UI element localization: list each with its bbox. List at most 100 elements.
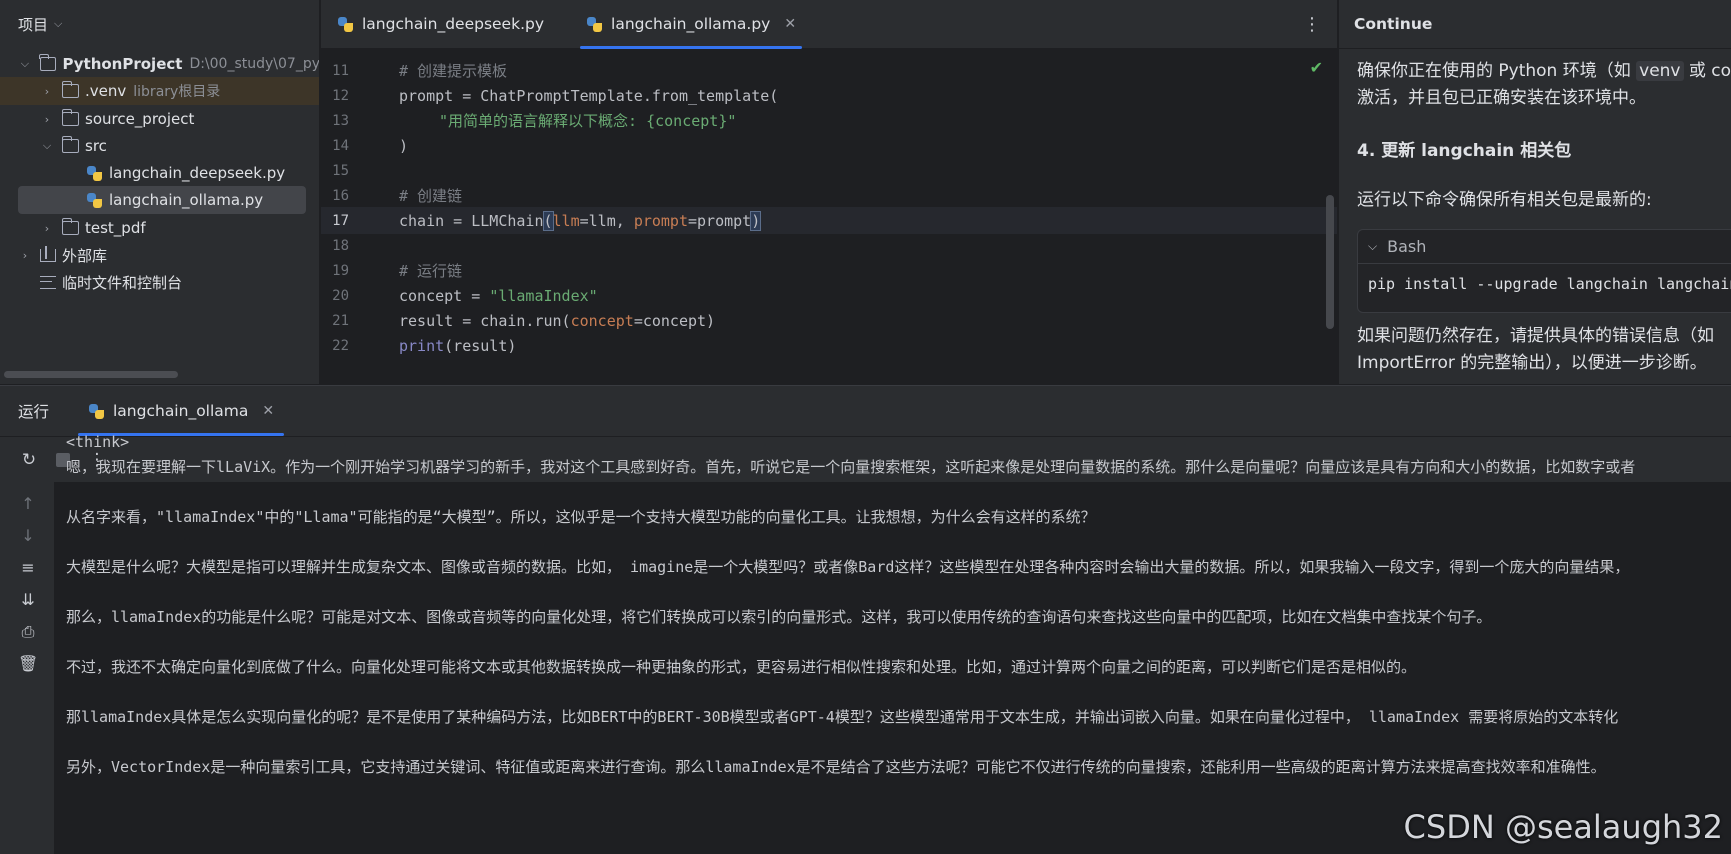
code-line[interactable]: 11 # 创建提示模板: [321, 57, 1337, 84]
code-text: chain = LLMChain(llm=llm, prompt=prompt): [399, 210, 762, 231]
line-number: 21: [332, 312, 349, 329]
tree-item-label: test_pdf: [85, 219, 146, 237]
tree-item-label: src: [85, 137, 107, 155]
console-line: 那么，llamaIndex的功能是什么呢？可能是对文本、图像或音频等的向量化处理…: [66, 608, 1492, 626]
arrow-up-icon[interactable]: ↑: [18, 494, 38, 514]
tree-item-src[interactable]: ⌵ src: [0, 132, 319, 160]
code-line[interactable]: 16 # 创建链: [321, 182, 1337, 209]
tree-item-venv[interactable]: › .venv library根目录: [0, 77, 319, 105]
rerun-icon[interactable]: ↻: [18, 449, 40, 471]
folder-icon: [39, 54, 57, 71]
continue-panel: Continue 确保你正在使用的 Python 环境（如 venv 或 cor…: [1338, 0, 1731, 384]
code-text: concept = "llamaIndex": [399, 286, 598, 305]
console-line: 大模型是什么呢？大模型是指可以理解并生成复杂文本、图像或音频的数据。比如， im…: [66, 558, 1630, 576]
chevron-right-icon: ›: [44, 112, 50, 126]
tree-item-scratches[interactable]: 临时文件和控制台: [0, 268, 319, 296]
line-number: 11: [332, 62, 349, 79]
tree-item-label: .venv: [85, 82, 127, 100]
editor-scrollbar[interactable]: [1326, 195, 1334, 329]
code-text: # 运行链: [399, 262, 463, 280]
line-number: 12: [332, 87, 349, 104]
tree-item-external-libraries[interactable]: › 外部库: [0, 241, 319, 269]
line-number: 22: [332, 337, 349, 354]
line-number: 19: [332, 262, 349, 279]
line-number: 18: [332, 237, 349, 254]
continue-paragraph: 如果问题仍然存在，请提供具体的错误信息（如: [1357, 326, 1714, 346]
watermark: CSDN @sealaugh32: [1403, 808, 1723, 846]
print-icon[interactable]: ⎙: [18, 622, 38, 642]
chevron-down-icon: ⌵: [54, 17, 63, 30]
code-text: "用简单的语言解释以下概念: {concept}": [439, 112, 737, 130]
console-line: 从名字来看，"llamaIndex"中的"Llama"可能指的是“大模型”。所以…: [66, 508, 1096, 526]
code-text: print(result): [399, 336, 517, 355]
tree-item-langchain-ollama[interactable]: langchain_ollama.py: [18, 186, 306, 214]
line-number: 16: [332, 187, 349, 204]
chevron-down-icon: ⌵: [20, 57, 30, 70]
code-line-current[interactable]: 17 chain = LLMChain(llm=llm, prompt=prom…: [321, 207, 1337, 234]
soft-wrap-icon[interactable]: ≡: [18, 558, 38, 578]
console-line: 嗯，我现在要理解一下lLaViX。作为一个刚开始学习机器学习的新手，我对这个工具…: [66, 458, 1636, 476]
project-title: 项目: [18, 15, 49, 34]
code-line[interactable]: 13 "用简单的语言解释以下概念: {concept}": [321, 107, 1337, 134]
run-label: 运行: [18, 403, 50, 421]
line-number: 20: [332, 287, 349, 304]
tree-item-langchain-deepseek[interactable]: langchain_deepseek.py: [0, 159, 319, 187]
continue-paragraph: 运行以下命令确保所有相关包是最新的:: [1357, 190, 1652, 210]
tab-langchain-deepseek[interactable]: langchain_deepseek.py: [321, 0, 560, 49]
line-number: 13: [332, 112, 349, 129]
code-command: pip install --upgrade langchain langchai…: [1368, 275, 1731, 293]
editor-panel: langchain_deepseek.py langchain_ollama.p…: [321, 0, 1337, 384]
chevron-right-icon: ›: [44, 221, 50, 235]
trash-icon[interactable]: 🗑: [18, 654, 38, 674]
scratches-icon: [40, 275, 56, 289]
code-line[interactable]: 21 result = chain.run(concept=concept): [321, 307, 1337, 334]
editor-tabs: langchain_deepseek.py langchain_ollama.p…: [321, 0, 1337, 49]
project-header[interactable]: 项目 ⌵: [0, 0, 319, 48]
chevron-down-icon: ⌵: [42, 139, 52, 152]
line-number: 15: [332, 162, 349, 179]
tab-label: langchain_deepseek.py: [362, 15, 545, 33]
tree-item-label: langchain_ollama.py: [109, 191, 264, 209]
arrow-down-icon[interactable]: ↓: [18, 526, 38, 546]
console-line: 那llamaIndex具体是怎么实现向量化的呢？是不是使用了某种编码方法，比如B…: [66, 708, 1619, 726]
python-file-icon: [337, 16, 354, 33]
project-scrollbar[interactable]: [4, 371, 178, 378]
code-text: # 创建提示模板: [399, 62, 508, 80]
tab-langchain-ollama[interactable]: langchain_ollama.py ✕: [570, 0, 812, 49]
code-language: Bash: [1387, 237, 1427, 256]
continue-paragraph: 激活，并且包已正确安装在该环境中。: [1357, 88, 1646, 108]
continue-heading: 4. 更新 langchain 相关包: [1357, 141, 1572, 161]
tab-label: langchain_ollama: [113, 402, 249, 420]
more-options-icon[interactable]: ⋮: [1303, 14, 1321, 35]
close-icon[interactable]: ✕: [784, 16, 796, 32]
line-number: 14: [332, 137, 349, 154]
code-line[interactable]: 20 concept = "llamaIndex": [321, 282, 1337, 309]
folder-icon: [61, 109, 79, 126]
tab-label: langchain_ollama.py: [611, 15, 771, 33]
tab-run-langchain-ollama[interactable]: langchain_ollama ✕: [78, 386, 285, 436]
code-text: # 创建链: [399, 187, 463, 205]
run-panel: 运行 langchain_ollama ✕ ↻ ⋮ ↑ ↓ ≡ ⇊ ⎙ 🗑 <t…: [0, 385, 1731, 854]
run-side-toolbar: ↑ ↓ ≡ ⇊ ⎙ 🗑: [0, 482, 54, 854]
code-line[interactable]: 14 ): [321, 132, 1337, 159]
python-file-icon: [586, 16, 603, 33]
tree-item-test-pdf[interactable]: › test_pdf: [0, 214, 319, 242]
scroll-to-end-icon[interactable]: ⇊: [18, 590, 38, 610]
code-line[interactable]: 22 print(result): [321, 332, 1337, 359]
chevron-down-icon: ⌵: [1368, 239, 1378, 253]
code-line[interactable]: 15: [321, 157, 1337, 184]
console-line: 不过，我还不太确定向量化到底做了什么。向量化处理可能将文本或其他数据转换成一种更…: [66, 658, 1417, 676]
tree-item-source-project[interactable]: › source_project: [0, 105, 319, 133]
code-line[interactable]: 18: [321, 232, 1337, 259]
close-icon[interactable]: ✕: [262, 403, 274, 419]
code-block-header[interactable]: ⌵ Bash: [1358, 230, 1731, 264]
folder-icon: [61, 81, 79, 98]
code-line[interactable]: 12 prompt = ChatPromptTemplate.from_temp…: [321, 82, 1337, 109]
chevron-right-icon: ›: [22, 248, 28, 262]
tree-item-label: 外部库: [62, 246, 108, 265]
tree-item-root[interactable]: ⌵ PythonProject D:\00_study\07_py: [0, 50, 319, 78]
continue-paragraph: ImportError 的完整输出），以便进一步诊断。: [1357, 353, 1707, 373]
code-line[interactable]: 19 # 运行链: [321, 257, 1337, 284]
code-block: ⌵ Bash pip install --upgrade langchain l…: [1357, 229, 1731, 313]
python-file-icon: [86, 165, 103, 182]
